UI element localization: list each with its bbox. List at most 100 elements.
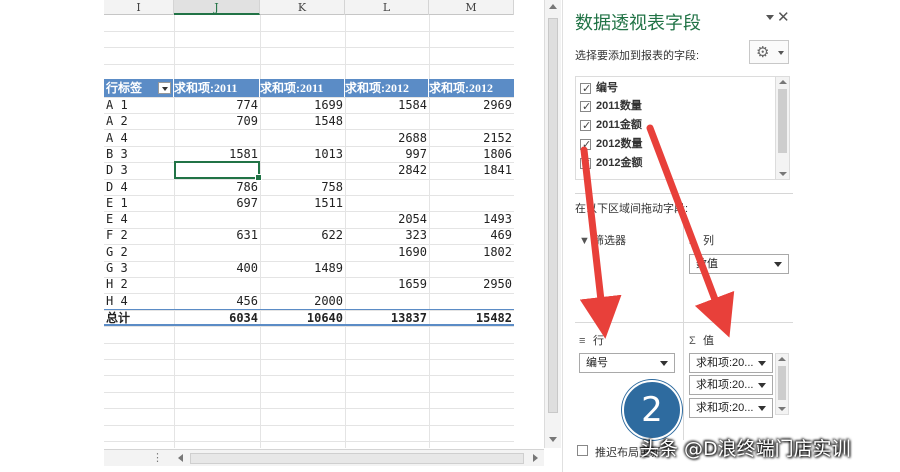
pivot-row[interactable]: E 1 697 1511 [104, 195, 514, 211]
scroll-up-icon[interactable] [778, 357, 786, 361]
pivot-cell[interactable] [174, 130, 260, 146]
chevron-down-icon[interactable] [758, 361, 766, 366]
sheet-horizontal-scrollbar[interactable]: ⋮ [104, 449, 544, 466]
scroll-up-icon[interactable] [549, 4, 557, 9]
pivot-row[interactable]: D 4 786 758 [104, 179, 514, 195]
field-checkbox[interactable] [580, 136, 591, 154]
active-cell-selection[interactable] [174, 161, 262, 181]
pivot-header-col1[interactable]: 求和项:2011 [174, 79, 260, 97]
values-area-scrollbar[interactable] [775, 353, 789, 415]
tools-button[interactable]: ⚙ [749, 40, 789, 64]
total-cell[interactable]: 13837 [345, 310, 429, 326]
scroll-right-icon[interactable] [533, 454, 538, 462]
pivot-cell[interactable]: 1489 [260, 260, 345, 276]
scroll-thumb[interactable] [778, 366, 786, 400]
pivot-cell[interactable]: 2054 [345, 211, 429, 227]
horizontal-scroll-track[interactable] [190, 453, 524, 464]
pivot-row-label[interactable]: B 3 [106, 146, 172, 162]
pivot-cell[interactable] [345, 113, 429, 129]
pivot-cell[interactable]: 1581 [174, 146, 260, 162]
columns-field-values[interactable]: 数值 [689, 254, 789, 274]
pivot-row-label[interactable]: D 3 [106, 162, 172, 178]
pivot-cell[interactable]: 400 [174, 260, 260, 276]
pivot-header-row-labels[interactable]: 行标签 [106, 79, 174, 97]
pivot-cell[interactable]: 1690 [345, 244, 429, 260]
pivot-cell[interactable]: 758 [260, 179, 345, 195]
pivot-row[interactable]: B 3 1581 1013 997 1806 [104, 146, 514, 162]
total-cell[interactable]: 6034 [174, 310, 260, 326]
pivot-row-label[interactable]: A 2 [106, 113, 172, 129]
column-header-l[interactable]: L [345, 0, 429, 15]
pivot-cell[interactable]: 1548 [260, 113, 345, 129]
pivot-row[interactable]: F 2 631 622 323 469 [104, 227, 514, 243]
pivot-cell[interactable]: 2969 [429, 97, 514, 113]
pivot-cell[interactable] [260, 211, 345, 227]
pivot-cell[interactable]: 1841 [429, 162, 514, 178]
pivot-grand-total-row[interactable]: 总计 6034 10640 13837 15482 [104, 309, 514, 326]
scroll-thumb[interactable] [778, 89, 787, 153]
chevron-down-icon[interactable] [758, 383, 766, 388]
pivot-cell[interactable] [429, 195, 514, 211]
pivot-row-label[interactable]: E 4 [106, 211, 172, 227]
pivot-cell[interactable] [174, 211, 260, 227]
filter-dropdown-icon[interactable] [158, 82, 171, 94]
pivot-cell[interactable]: 1013 [260, 146, 345, 162]
values-field-2[interactable]: 求和项:20... [689, 375, 773, 395]
values-field-1[interactable]: 求和项:20... [689, 353, 773, 373]
pivot-cell[interactable] [429, 113, 514, 129]
pivot-row[interactable]: H 4 456 2000 [104, 293, 514, 309]
pivot-row[interactable]: H 2 1659 2950 [104, 276, 514, 292]
column-header-j[interactable]: J [174, 0, 260, 15]
pivot-row[interactable]: A 4 2688 2152 [104, 130, 514, 146]
pivot-header-col3[interactable]: 求和项:2012 [345, 79, 429, 97]
pivot-row-label[interactable]: H 2 [106, 276, 172, 292]
pivot-cell[interactable] [345, 195, 429, 211]
pivot-row[interactable]: E 4 2054 1493 [104, 211, 514, 227]
pivot-row-label[interactable]: H 4 [106, 293, 172, 309]
column-header-i[interactable]: I [104, 0, 174, 15]
close-icon[interactable]: ✕ [777, 8, 790, 26]
pivot-cell[interactable] [260, 162, 345, 178]
pivot-cell[interactable]: 456 [174, 293, 260, 309]
pivot-cell[interactable]: 997 [345, 146, 429, 162]
pivot-row-label[interactable]: E 1 [106, 195, 172, 211]
pivot-row-label[interactable]: A 4 [106, 130, 172, 146]
field-checkbox[interactable] [580, 155, 591, 173]
pivot-row[interactable]: G 2 1690 1802 [104, 244, 514, 260]
pivot-cell[interactable]: 631 [174, 227, 260, 243]
pivot-cell[interactable]: 2950 [429, 276, 514, 292]
total-cell[interactable]: 15482 [429, 310, 514, 326]
sheet-tab-splitter-icon[interactable]: ⋮ [152, 451, 163, 464]
scroll-down-icon[interactable] [779, 172, 787, 176]
column-header-k[interactable]: K [260, 0, 345, 15]
scroll-down-icon[interactable] [549, 437, 557, 442]
pivot-row[interactable]: D 3 2842 1841 [104, 162, 514, 178]
pivot-cell[interactable] [429, 179, 514, 195]
pivot-cell[interactable]: 1659 [345, 276, 429, 292]
pivot-cell[interactable]: 2152 [429, 130, 514, 146]
pivot-cell[interactable]: 1511 [260, 195, 345, 211]
pivot-cell[interactable] [345, 179, 429, 195]
scroll-left-icon[interactable] [178, 454, 183, 462]
pivot-cell[interactable]: 1493 [429, 211, 514, 227]
pivot-cell[interactable] [174, 276, 260, 292]
pivot-cell[interactable]: 2000 [260, 293, 345, 309]
pivot-cell[interactable]: 2688 [345, 130, 429, 146]
pivot-cell[interactable] [260, 130, 345, 146]
pivot-row-label[interactable]: G 3 [106, 260, 172, 276]
scroll-up-icon[interactable] [779, 80, 787, 84]
pane-options-dropdown-icon[interactable] [766, 15, 774, 20]
field-checkbox[interactable] [580, 117, 591, 135]
pivot-cell[interactable] [345, 293, 429, 309]
pivot-cell[interactable]: 697 [174, 195, 260, 211]
rows-field-id[interactable]: 编号 [579, 353, 675, 373]
pivot-cell[interactable]: 786 [174, 179, 260, 195]
pivot-cell[interactable]: 1699 [260, 97, 345, 113]
pivot-cell[interactable] [429, 260, 514, 276]
pivot-row-label[interactable]: F 2 [106, 227, 172, 243]
pivot-header-col4[interactable]: 求和项:2012 [429, 79, 514, 97]
pivot-row-label[interactable]: D 4 [106, 179, 172, 195]
scroll-thumb[interactable] [548, 18, 558, 413]
sheet-vertical-scrollbar[interactable] [544, 0, 561, 448]
pivot-header-col2[interactable]: 求和项:2011 [260, 79, 345, 97]
